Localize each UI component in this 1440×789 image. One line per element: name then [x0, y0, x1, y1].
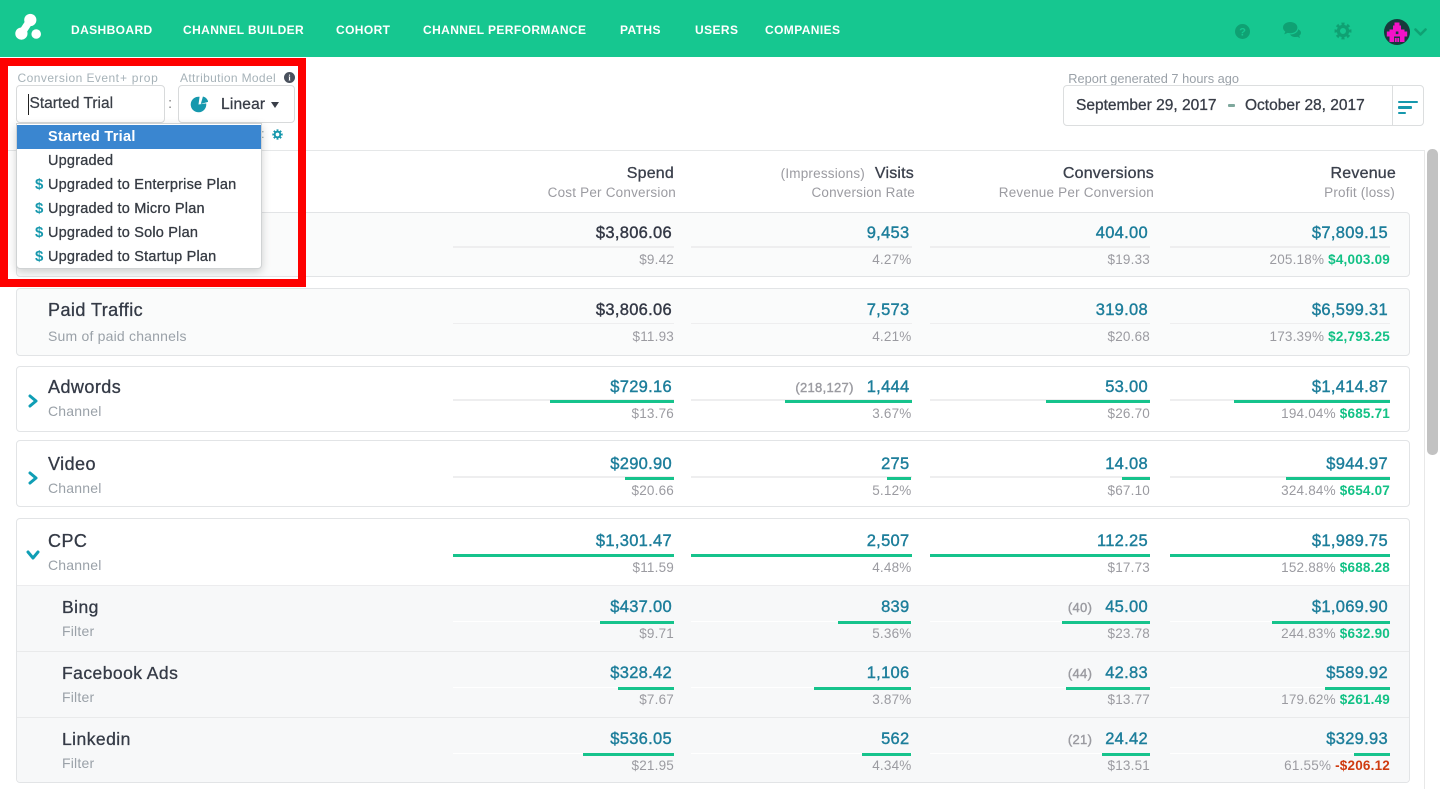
svg-text:?: ? [1239, 26, 1246, 38]
